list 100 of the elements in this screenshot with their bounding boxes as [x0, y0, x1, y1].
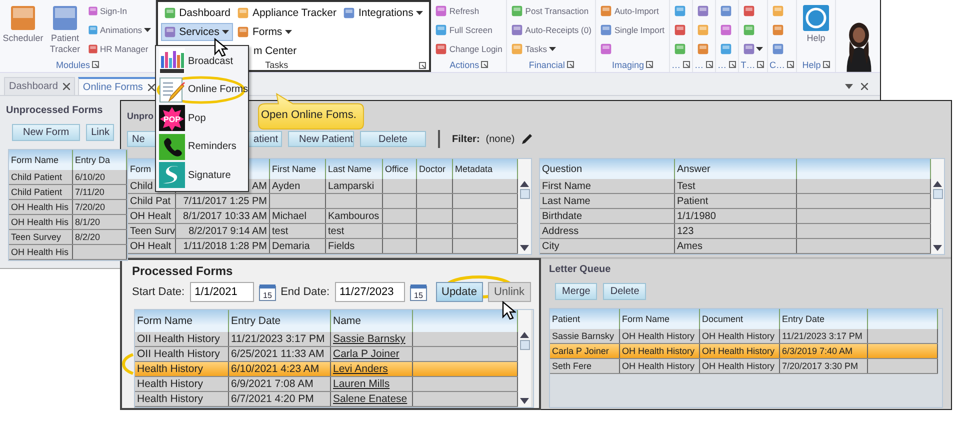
ribbon-button[interactable]: Integrations — [340, 4, 426, 22]
field-label: Start Date: — [132, 286, 185, 298]
scrollbar[interactable] — [518, 310, 531, 407]
ribbon-button[interactable]: Tasks — [509, 40, 594, 58]
table-cell: test — [270, 224, 326, 238]
scrollbar[interactable] — [518, 159, 531, 254]
calendar-icon[interactable]: 15 — [258, 284, 276, 300]
scroll-down-icon — [520, 245, 529, 251]
tile-icon — [600, 43, 612, 55]
table-cell: Address — [540, 224, 675, 238]
name-link[interactable]: Sassie Barnsky — [333, 333, 406, 345]
tile-icon — [696, 5, 709, 17]
ribbon-button[interactable]: Change Login — [433, 40, 504, 58]
highlight-arc — [122, 353, 134, 375]
scroll-thumb[interactable] — [520, 340, 530, 350]
button[interactable]: Delete — [603, 283, 646, 300]
group-label: T… — [740, 60, 756, 70]
table-cell: Health History — [135, 392, 229, 406]
button[interactable]: Merge — [555, 283, 598, 300]
group-title: Letter Queue — [549, 263, 611, 277]
table-cell: 8/2/2017 9:14 AM — [176, 224, 270, 238]
calendar-icon[interactable]: 15 — [410, 284, 426, 300]
group-title: Unpro — [127, 110, 154, 123]
tile-icon — [237, 26, 250, 38]
scroll-thumb[interactable] — [520, 189, 530, 199]
name-link[interactable]: Salene Enatese — [333, 393, 408, 405]
tile-icon — [742, 5, 755, 17]
group-title: Processed Forms — [132, 264, 234, 280]
ribbon-button[interactable]: Sign-In — [86, 2, 154, 20]
table-cell: OH Health History — [700, 344, 780, 358]
tile-icon — [164, 7, 176, 19]
tile-icon — [511, 43, 524, 55]
table-cell: Birthdate — [540, 209, 675, 223]
date-field[interactable]: 11/27/2023 — [334, 282, 404, 302]
launcher-icon — [822, 61, 830, 68]
help-button[interactable]: Help — [799, 2, 834, 47]
table-cell: First Name — [540, 179, 675, 193]
button[interactable]: Delete — [360, 131, 426, 147]
table-cell: OH Health History — [700, 359, 780, 373]
filter-label: Filter: — [452, 134, 480, 144]
ribbon-button[interactable]: Full Screen — [433, 21, 504, 39]
ribbon-button[interactable]: Appliance Tracker — [234, 4, 340, 22]
ribbon-button[interactable]: Refresh — [433, 2, 504, 20]
table-cell: Fields — [326, 239, 383, 253]
ribbon-button[interactable]: Single Import — [598, 21, 667, 39]
table-cell: Kambouros — [326, 209, 383, 223]
group-label: Actions — [450, 60, 480, 70]
button[interactable]: Unlink — [488, 282, 531, 302]
ribbon-button[interactable]: Post Transaction — [509, 2, 594, 20]
ribbon-button[interactable]: Forms — [234, 23, 340, 41]
tile-icon — [52, 5, 78, 31]
table-cell: Test — [675, 179, 797, 193]
launcher-icon — [757, 61, 764, 68]
button[interactable]: Update — [436, 282, 483, 302]
scroll-thumb[interactable] — [932, 189, 942, 199]
launcher-icon — [481, 61, 488, 68]
scroll-up-icon — [520, 332, 529, 338]
name-link[interactable]: Carla P Joiner — [333, 348, 400, 360]
name-link[interactable]: Levi Anders — [333, 363, 388, 375]
ribbon-button[interactable]: Services — [161, 23, 234, 41]
ribbon-button[interactable]: HR Manager — [86, 40, 154, 58]
ribbon-button[interactable]: Scheduler — [2, 2, 44, 47]
button[interactable]: New Form — [12, 124, 80, 141]
table-cell: Ames — [675, 239, 797, 253]
help-icon — [803, 5, 830, 31]
ribbon-button[interactable]: Auto-Receipts (0) — [509, 21, 594, 39]
tile-icon — [720, 24, 732, 36]
table-cell: Child Patient — [9, 170, 73, 184]
table-cell: 6/3/2019 7:40 AM — [780, 344, 868, 358]
table-cell: Health History — [135, 362, 229, 376]
tile-icon — [88, 44, 98, 54]
table-cell: OH Health His — [9, 215, 73, 229]
ribbon-button[interactable]: Dashboard — [161, 4, 234, 22]
scroll-up-icon — [933, 181, 942, 187]
table-cell: City — [540, 239, 675, 253]
tile-icon — [237, 7, 250, 19]
launcher-icon — [419, 62, 426, 68]
close-icon — [861, 82, 868, 90]
table-cell: test — [326, 224, 383, 238]
table-cell: OH Health History — [620, 359, 700, 373]
scrollbar[interactable] — [931, 159, 944, 254]
launcher-icon — [92, 61, 100, 68]
ribbon-button[interactable]: Animations — [86, 21, 154, 39]
table-cell: 11/21/2023 3:17 PM — [780, 329, 868, 343]
tile-icon — [511, 24, 524, 36]
tile-icon — [164, 26, 176, 38]
menu-item[interactable]: POP Pop — [156, 104, 248, 132]
ribbon-button[interactable]: Patient Tracker — [44, 2, 86, 58]
app-icon: POP — [159, 105, 185, 132]
button[interactable]: Link — [86, 124, 114, 141]
table-cell: Health History — [135, 377, 229, 391]
close-icon — [62, 83, 70, 90]
name-link[interactable]: Lauren Mills — [333, 378, 390, 390]
date-field[interactable]: 1/1/2021 — [190, 282, 254, 302]
button[interactable]: New Patient — [288, 131, 354, 147]
tile-icon — [511, 5, 524, 17]
group-title: Unprocessed Forms — [6, 104, 103, 118]
ribbon-button[interactable]: Auto-Import — [598, 2, 667, 20]
app-icon — [159, 162, 185, 188]
tab[interactable]: Dashboard — [4, 77, 75, 95]
